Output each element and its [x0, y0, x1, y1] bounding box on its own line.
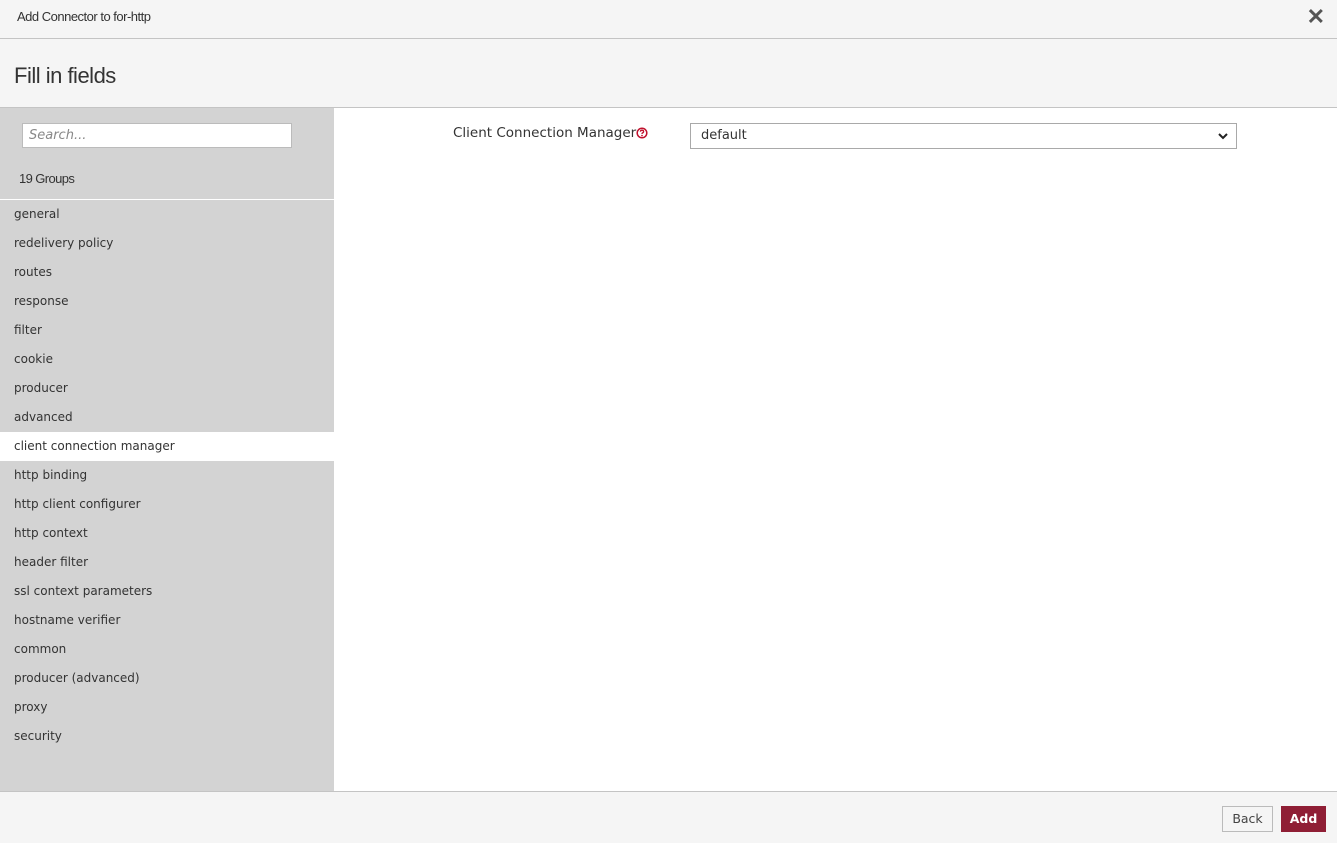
search-input[interactable] [22, 123, 292, 148]
select-value: default [701, 128, 747, 143]
sidebar-item-client-connection-manager[interactable]: client connection manager [0, 432, 334, 461]
sidebar-item-advanced[interactable]: advanced [0, 403, 334, 432]
groups-count: 19 Groups [19, 171, 75, 186]
sidebar-item-response[interactable]: response [0, 287, 334, 316]
sidebar-item-proxy[interactable]: proxy [0, 693, 334, 722]
form-content: Client Connection Manager default [334, 108, 1337, 791]
dialog-title: Add Connector to for-http [17, 9, 151, 24]
sidebar-item-filter[interactable]: filter [0, 316, 334, 345]
client-connection-manager-select[interactable]: default [690, 123, 1237, 149]
sidebar-item-producer[interactable]: producer [0, 374, 334, 403]
sidebar-item-security[interactable]: security [0, 722, 334, 751]
dialog-footer: Back Add [0, 791, 1337, 843]
sidebar-item-hostname-verifier[interactable]: hostname verifier [0, 606, 334, 635]
add-button[interactable]: Add [1281, 806, 1326, 832]
close-icon[interactable]: ✕ [1307, 6, 1325, 28]
page-title: Fill in fields [14, 63, 116, 88]
sidebar-item-header-filter[interactable]: header filter [0, 548, 334, 577]
groups-sidebar: 19 Groups generalredelivery policyroutes… [0, 108, 334, 791]
sidebar-item-cookie[interactable]: cookie [0, 345, 334, 374]
sidebar-item-http-context[interactable]: http context [0, 519, 334, 548]
sidebar-item-routes[interactable]: routes [0, 258, 334, 287]
sidebar-item-general[interactable]: general [0, 200, 334, 229]
sidebar-item-redelivery-policy[interactable]: redelivery policy [0, 229, 334, 258]
back-button[interactable]: Back [1222, 806, 1273, 832]
chevron-down-icon [1218, 133, 1228, 140]
sidebar-item-producer-advanced[interactable]: producer (advanced) [0, 664, 334, 693]
sidebar-item-ssl-context-parameters[interactable]: ssl context parameters [0, 577, 334, 606]
sidebar-item-http-client-configurer[interactable]: http client configurer [0, 490, 334, 519]
group-list: general redelivery policy routes response fi… [0, 200, 334, 751]
client-connection-manager-label: Client Connection Manager [453, 125, 637, 141]
sidebar-item-common[interactable]: common [0, 635, 334, 664]
dialog-header: Fill in fields [0, 39, 1337, 108]
sidebar-item-http-binding[interactable]: http binding [0, 461, 334, 490]
dialog-titlebar: Add Connector to for-http ✕ [0, 0, 1337, 39]
help-circle-icon[interactable] [636, 127, 648, 139]
